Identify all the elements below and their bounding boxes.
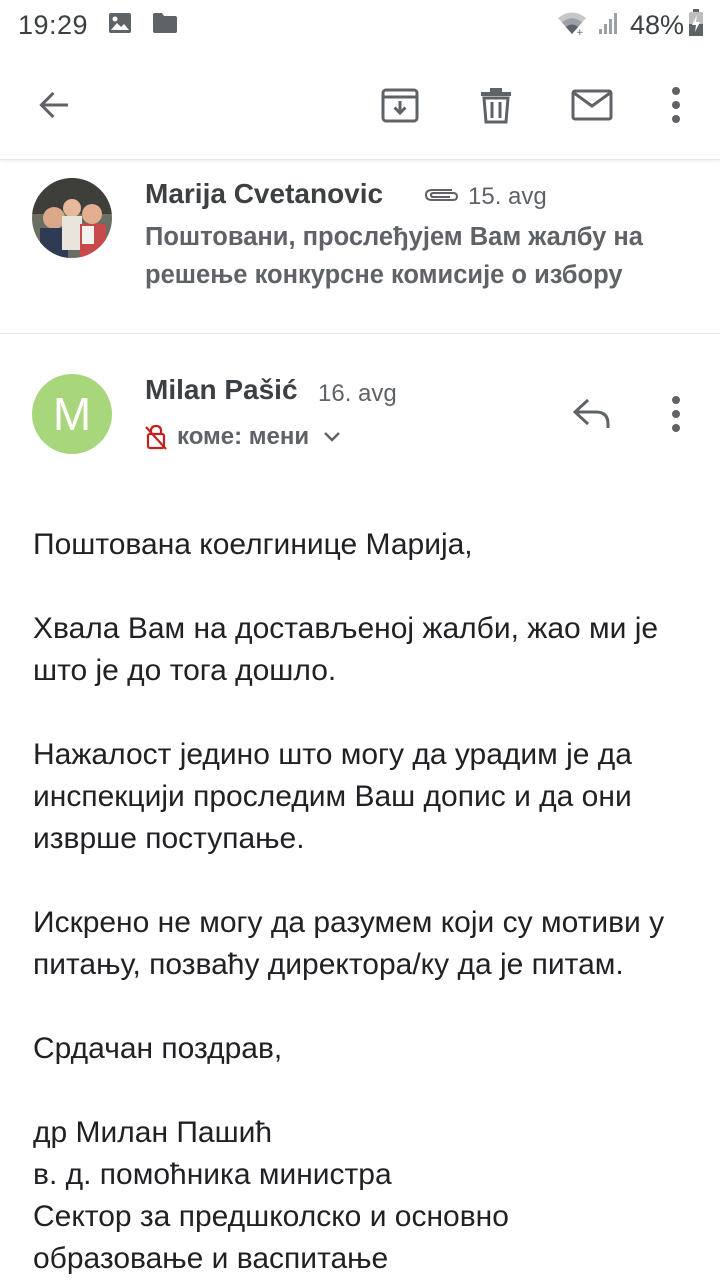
svg-text:+: + <box>576 28 584 36</box>
mail-icon <box>571 89 613 121</box>
archive-icon <box>381 88 419 123</box>
sender-avatar-photo <box>32 178 112 258</box>
battery-charging-icon <box>688 8 704 42</box>
signature-title: в. д. помоћника министра <box>33 1158 392 1191</box>
body-paragraph: Искрено не могу да разумем који су мотив… <box>33 906 665 981</box>
message-body: Поштована коелгинице Марија, Хвала Вам н… <box>33 524 703 1280</box>
trash-icon <box>481 88 511 124</box>
sender-name: Marija Cvetanovic <box>145 178 384 209</box>
status-bar: 19:29 + 48% <box>0 0 720 50</box>
email-toolbar <box>0 50 720 160</box>
sender-name: Milan Pašić <box>145 374 298 405</box>
delete-button[interactable] <box>466 75 526 135</box>
to-label: коме: мени <box>177 423 310 450</box>
body-paragraph: Нажалост једино што могу да урадим је да… <box>33 738 632 855</box>
image-notification-icon <box>108 12 132 39</box>
lock-off-icon <box>145 424 167 450</box>
more-vert-icon <box>672 396 680 432</box>
wifi-icon: + <box>556 10 588 41</box>
signal-icon <box>598 11 620 40</box>
message-date: 16. avg <box>318 380 397 407</box>
reply-icon <box>572 398 610 428</box>
signature-name: др Милан Пашић <box>33 1116 273 1149</box>
folder-notification-icon <box>152 12 178 39</box>
reply-button[interactable] <box>562 384 622 444</box>
body-greeting: Поштована коелгинице Марија, <box>33 528 473 561</box>
collapsed-message[interactable]: Marija Cvetanovic 15. avg Поштовани, про… <box>0 160 720 334</box>
back-button[interactable] <box>24 75 84 135</box>
message-more-button[interactable] <box>646 384 706 444</box>
message-date: 15. avg <box>468 183 547 210</box>
message-snippet: Поштовани, прослеђујем Вам жалбу на реше… <box>145 223 643 289</box>
recipients-toggle[interactable]: коме: мени <box>145 420 341 454</box>
body-closing: Срдачан поздрав, <box>33 1032 283 1065</box>
archive-button[interactable] <box>370 75 430 135</box>
arrow-back-icon <box>39 91 68 119</box>
attachment-icon <box>422 184 460 209</box>
chevron-down-icon <box>323 431 341 443</box>
more-options-button[interactable] <box>646 75 706 135</box>
more-vert-icon <box>672 87 680 123</box>
signature-department: образовање и васпитање <box>33 1242 389 1275</box>
status-time: 19:29 <box>18 9 89 40</box>
signature-department: Сектор за предшколско и основно <box>33 1200 509 1233</box>
mark-unread-button[interactable] <box>562 75 622 135</box>
email-thread-screen: 19:29 + 48% Marija Cvetanovic 15. avg По… <box>0 0 720 1280</box>
expanded-message: M Milan Pašić 16. avg коме: мени Поштова… <box>0 334 720 1280</box>
battery-percent: 48% <box>629 9 684 40</box>
sender-avatar[interactable]: M <box>32 374 112 454</box>
body-paragraph: Хвала Вам на достављеној жалби, жао ми ј… <box>33 612 659 687</box>
